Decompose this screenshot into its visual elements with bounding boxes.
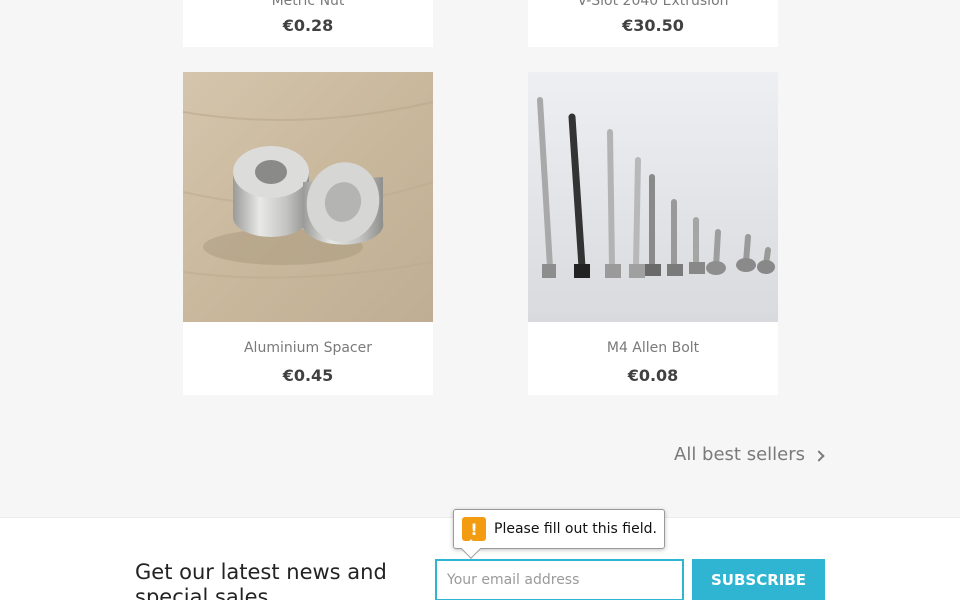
- all-best-sellers-label: All best sellers: [674, 444, 806, 465]
- product-image-aluminium-spacer[interactable]: [183, 72, 433, 322]
- all-best-sellers-link[interactable]: All best sellers: [674, 444, 825, 465]
- product-price: €0.45: [282, 366, 334, 385]
- newsletter-title: Get our latest news and special sales: [135, 560, 387, 600]
- product-name[interactable]: V-Slot 2040 Extrusion: [528, 0, 778, 9]
- product-card-v-slot-extrusion[interactable]: V-Slot 2040 Extrusion €30.50: [528, 0, 778, 47]
- email-input[interactable]: [435, 559, 684, 600]
- product-price: €0.28: [282, 16, 334, 35]
- warning-icon: !: [462, 517, 486, 541]
- product-name[interactable]: Metric Nut: [183, 0, 433, 9]
- chevron-right-icon: [813, 449, 825, 462]
- product-image-m4-allen-bolt[interactable]: [528, 72, 778, 322]
- product-name[interactable]: Aluminium Spacer: [183, 340, 433, 356]
- product-card-aluminium-spacer[interactable]: Aluminium Spacer €0.45: [183, 72, 433, 395]
- product-name[interactable]: M4 Allen Bolt: [528, 340, 778, 356]
- product-card-metric-nut[interactable]: Metric Nut €0.28: [183, 0, 433, 47]
- validation-message: Please fill out this field.: [494, 521, 657, 537]
- product-price: €30.50: [622, 16, 684, 35]
- product-card-m4-allen-bolt[interactable]: M4 Allen Bolt €0.08: [528, 72, 778, 395]
- validation-tooltip: ! Please fill out this field.: [453, 509, 665, 559]
- subscribe-button[interactable]: SUBSCRIBE: [692, 559, 825, 600]
- product-price: €0.08: [627, 366, 679, 385]
